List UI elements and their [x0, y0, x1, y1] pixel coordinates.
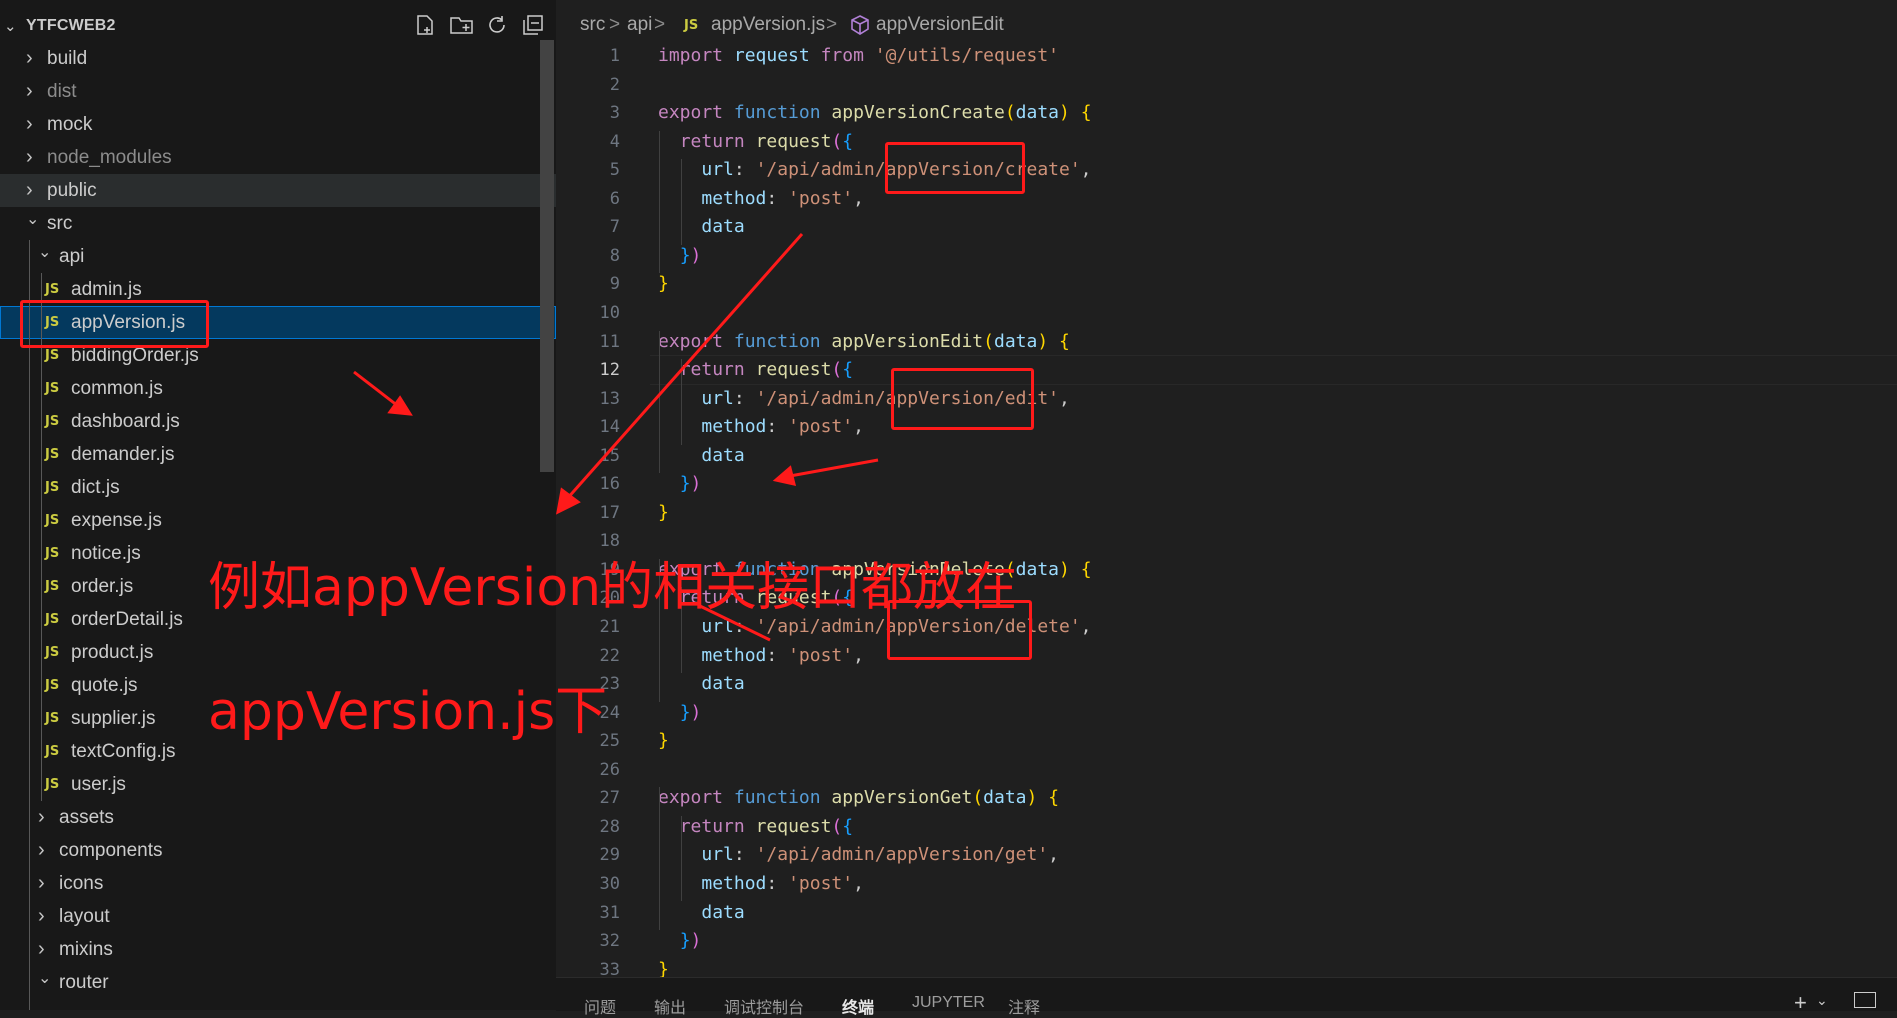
annotation-arrows: [353, 233, 879, 642]
annotation-text-line2: appVersion.js下: [208, 682, 608, 742]
annotation-text-line1: 例如appVersion的相关接口都放在: [208, 558, 1018, 618]
annotation-arrow-shaft: [353, 370, 399, 408]
annotation-arrow-head: [772, 465, 797, 486]
annotation-arrow-head: [555, 487, 581, 515]
annotation-arrow-shaft: [789, 458, 879, 478]
annotation-arrow-shaft: [564, 233, 804, 501]
